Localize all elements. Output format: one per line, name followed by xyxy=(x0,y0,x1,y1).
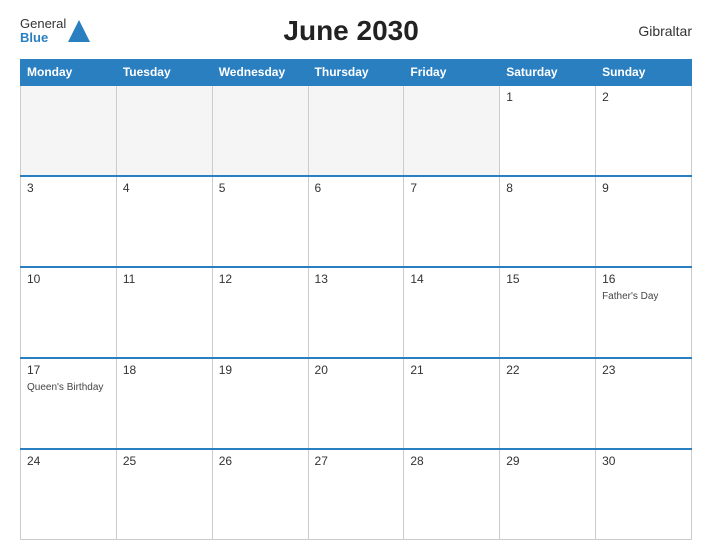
calendar-cell: 5 xyxy=(212,176,308,267)
calendar-cell: 29 xyxy=(500,449,596,540)
date-number: 25 xyxy=(123,454,206,468)
calendar-cell: 25 xyxy=(116,449,212,540)
week-row-2: 3456789 xyxy=(21,176,692,267)
calendar-table: Monday Tuesday Wednesday Thursday Friday… xyxy=(20,59,692,540)
date-number: 29 xyxy=(506,454,589,468)
header-saturday: Saturday xyxy=(500,60,596,86)
calendar-page: General Blue June 2030 Gibraltar Monday … xyxy=(0,0,712,550)
calendar-cell xyxy=(308,85,404,176)
date-number: 2 xyxy=(602,90,685,104)
date-number: 16 xyxy=(602,272,685,286)
date-number: 10 xyxy=(27,272,110,286)
date-number: 30 xyxy=(602,454,685,468)
event-label: Queen's Birthday xyxy=(27,382,103,393)
date-number: 21 xyxy=(410,363,493,377)
calendar-cell: 28 xyxy=(404,449,500,540)
date-number: 26 xyxy=(219,454,302,468)
calendar-cell: 19 xyxy=(212,358,308,449)
header: General Blue June 2030 Gibraltar xyxy=(20,15,692,47)
date-number: 9 xyxy=(602,181,685,195)
date-number: 15 xyxy=(506,272,589,286)
logo-blue-text: Blue xyxy=(20,31,66,45)
calendar-cell: 26 xyxy=(212,449,308,540)
calendar-cell: 8 xyxy=(500,176,596,267)
header-friday: Friday xyxy=(404,60,500,86)
calendar-cell: 20 xyxy=(308,358,404,449)
date-number: 18 xyxy=(123,363,206,377)
header-wednesday: Wednesday xyxy=(212,60,308,86)
date-number: 14 xyxy=(410,272,493,286)
calendar-cell: 10 xyxy=(21,267,117,358)
header-thursday: Thursday xyxy=(308,60,404,86)
logo: General Blue xyxy=(20,17,90,46)
week-row-1: 12 xyxy=(21,85,692,176)
week-row-5: 24 25 26 27 28 29 30 xyxy=(21,449,692,540)
calendar-cell: 21 xyxy=(404,358,500,449)
logo-icon xyxy=(68,20,90,42)
calendar-cell: 23 xyxy=(596,358,692,449)
calendar-cell: 14 xyxy=(404,267,500,358)
date-number: 6 xyxy=(315,181,398,195)
weekday-header-row: Monday Tuesday Wednesday Thursday Friday… xyxy=(21,60,692,86)
date-number: 12 xyxy=(219,272,302,286)
date-number: 28 xyxy=(410,454,493,468)
week-row-3: 10 11 12 13 14 15 16 Father's Day xyxy=(21,267,692,358)
calendar-cell: 4 xyxy=(116,176,212,267)
calendar-cell: 22 xyxy=(500,358,596,449)
logo-general-text: General xyxy=(20,17,66,31)
calendar-cell: 7 xyxy=(404,176,500,267)
calendar-cell: 6 xyxy=(308,176,404,267)
date-number: 23 xyxy=(602,363,685,377)
date-number: 7 xyxy=(410,181,493,195)
calendar-cell xyxy=(21,85,117,176)
calendar-cell: 17 Queen's Birthday xyxy=(21,358,117,449)
calendar-cell: 15 xyxy=(500,267,596,358)
calendar-cell: 2 xyxy=(596,85,692,176)
date-number: 27 xyxy=(315,454,398,468)
calendar-cell: 27 xyxy=(308,449,404,540)
date-number: 5 xyxy=(219,181,302,195)
date-number: 13 xyxy=(315,272,398,286)
date-number: 4 xyxy=(123,181,206,195)
date-number: 24 xyxy=(27,454,110,468)
calendar-cell: 18 xyxy=(116,358,212,449)
date-number: 22 xyxy=(506,363,589,377)
date-number: 1 xyxy=(506,90,589,104)
region-label: Gibraltar xyxy=(612,23,692,39)
calendar-cell: 13 xyxy=(308,267,404,358)
date-number: 11 xyxy=(123,272,206,286)
event-label: Father's Day xyxy=(602,291,658,302)
calendar-title: June 2030 xyxy=(90,15,612,47)
calendar-cell: 16 Father's Day xyxy=(596,267,692,358)
date-number: 3 xyxy=(27,181,110,195)
calendar-cell: 3 xyxy=(21,176,117,267)
header-tuesday: Tuesday xyxy=(116,60,212,86)
calendar-cell xyxy=(116,85,212,176)
calendar-cell: 11 xyxy=(116,267,212,358)
calendar-cell: 24 xyxy=(21,449,117,540)
header-monday: Monday xyxy=(21,60,117,86)
calendar-cell: 9 xyxy=(596,176,692,267)
date-number: 8 xyxy=(506,181,589,195)
date-number: 19 xyxy=(219,363,302,377)
calendar-cell: 12 xyxy=(212,267,308,358)
calendar-cell: 30 xyxy=(596,449,692,540)
date-number: 20 xyxy=(315,363,398,377)
calendar-cell: 1 xyxy=(500,85,596,176)
calendar-cell xyxy=(404,85,500,176)
calendar-cell xyxy=(212,85,308,176)
date-number: 17 xyxy=(27,363,110,377)
header-sunday: Sunday xyxy=(596,60,692,86)
week-row-4: 17 Queen's Birthday 18 19 20 21 22 23 xyxy=(21,358,692,449)
